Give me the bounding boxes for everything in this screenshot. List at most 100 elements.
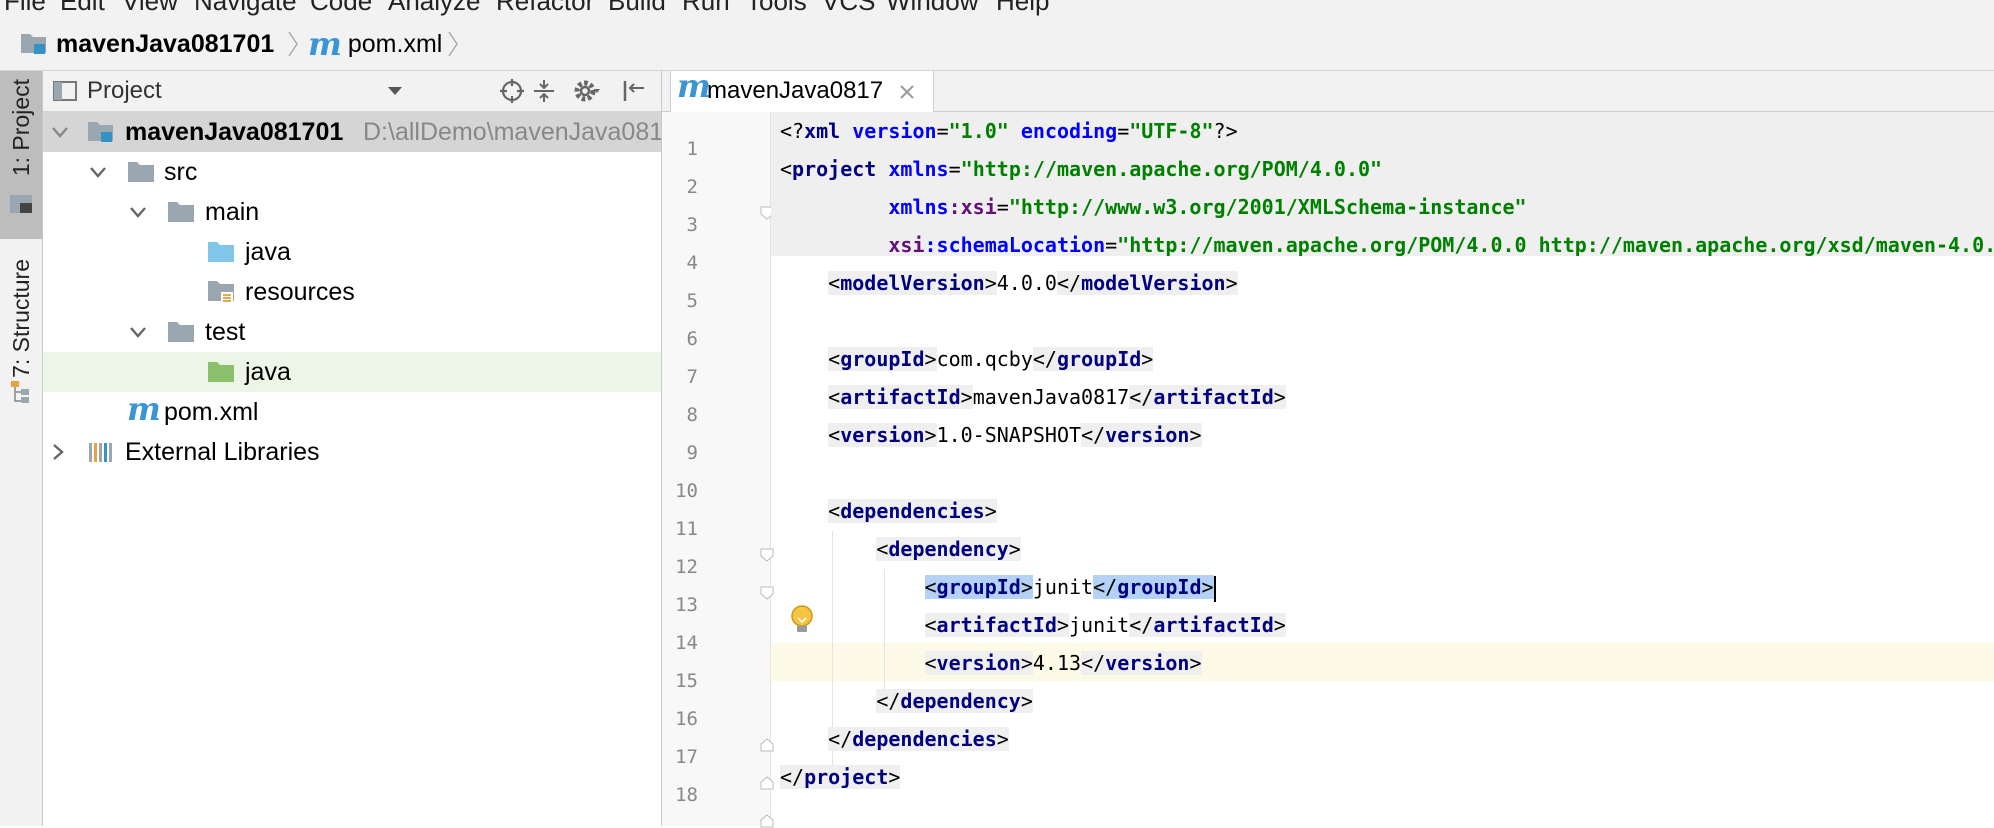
menu-view[interactable]: View [122, 0, 178, 17]
tree-node-test[interactable]: test [43, 312, 661, 352]
menu-window[interactable]: Window [886, 0, 978, 17]
line-number: 6 [686, 328, 698, 350]
menu-help[interactable]: Help [996, 0, 1049, 17]
chevron-right-icon[interactable] [47, 441, 69, 463]
editor-gutter: 1 2 3 4 5 6 7 8 9 10 11 12 13 14 15 16 1… [662, 112, 813, 828]
menu-vcs[interactable]: VCS [822, 0, 875, 17]
line-number: 18 [675, 784, 698, 806]
code-line-7[interactable]: <groupId>com.qcby</groupId> [780, 340, 1154, 378]
module-folder-icon [21, 34, 46, 54]
fold-marker-icon[interactable] [760, 776, 774, 790]
folder-icon [168, 202, 194, 222]
editor-tab-bar: m mavenJava0817 [662, 67, 1994, 112]
module-folder-icon [88, 122, 113, 142]
line-number: 16 [675, 708, 698, 730]
code-line-12[interactable]: <dependency> [780, 530, 1021, 568]
gear-icon[interactable] [573, 77, 601, 105]
collapse-all-icon[interactable] [531, 78, 557, 104]
fold-marker-icon[interactable] [760, 548, 774, 562]
tree-node-pom[interactable]: m pom.xml [43, 390, 661, 432]
code-line-15[interactable]: <version>4.13</version> [780, 644, 1202, 682]
line-number: 3 [686, 214, 698, 236]
project-view-icon [53, 81, 77, 101]
maven-m-icon: m [308, 25, 342, 63]
chevron-down-icon[interactable] [387, 85, 403, 97]
tree-node-test-java[interactable]: java [43, 352, 661, 392]
code-line-13[interactable]: <groupId>junit</groupId> [780, 568, 1216, 606]
line-number: 8 [686, 404, 698, 426]
tool-window-strip: 1: Project 7: Structure [0, 71, 43, 826]
line-number: 4 [686, 252, 698, 274]
chevron-down-icon[interactable] [49, 121, 71, 143]
editor-tab[interactable]: m mavenJava0817 [670, 67, 934, 112]
hide-panel-icon[interactable] [621, 78, 647, 104]
code-line-17[interactable]: </dependencies> [780, 720, 1009, 758]
menu-refactor[interactable]: Refactor [496, 0, 594, 17]
code-line-11[interactable]: <dependencies> [780, 492, 997, 530]
menu-tools[interactable]: Tools [746, 0, 807, 17]
tree-node-resources[interactable]: resources [43, 272, 661, 312]
text-caret [1213, 575, 1216, 602]
line-number: 17 [675, 746, 698, 768]
line-number: 7 [686, 366, 698, 388]
library-icon [89, 443, 112, 462]
menu-navigate[interactable]: Navigate [194, 0, 297, 17]
maven-m-icon: m [127, 390, 161, 428]
code-line-18[interactable]: </project> [780, 758, 901, 796]
breadcrumb-separator-icon [288, 31, 298, 57]
code-line-4[interactable]: xsi:schemaLocation="http://maven.apache.… [780, 226, 1994, 264]
code-line-5[interactable]: <modelVersion>4.0.0</modelVersion> [780, 264, 1238, 302]
folder-icon [168, 322, 194, 342]
code-line-2[interactable]: <project xmlns="http://maven.apache.org/… [780, 150, 1382, 188]
menu-analyze[interactable]: Analyze [388, 0, 481, 17]
line-number: 15 [675, 670, 698, 692]
maven-m-icon: m [677, 67, 711, 105]
breadcrumb-separator-icon [448, 31, 458, 57]
tree-node-main-java[interactable]: java [43, 232, 661, 272]
project-window-icon [10, 195, 32, 213]
code-line-3[interactable]: xmlns:xsi="http://www.w3.org/2001/XMLSch… [780, 188, 1526, 226]
tool-window-project-button[interactable]: 1: Project [0, 71, 42, 239]
menu-edit[interactable]: Edit [60, 0, 105, 17]
project-view-selector[interactable]: Project [87, 71, 162, 111]
test-folder-icon [208, 362, 234, 382]
locate-icon[interactable] [499, 78, 525, 104]
line-number: 9 [686, 442, 698, 464]
navigation-bar: mavenJava081701 m pom.xml [0, 18, 1994, 71]
tree-node-src[interactable]: src [43, 152, 661, 192]
breadcrumb-file[interactable]: m pom.xml [308, 18, 442, 70]
line-number: 14 [675, 632, 698, 654]
line-number: 11 [675, 518, 698, 540]
line-number: 10 [675, 480, 698, 502]
menu-build[interactable]: Build [608, 0, 666, 17]
line-number: 13 [675, 594, 698, 616]
menu-file[interactable]: File [4, 0, 46, 17]
breadcrumb-project[interactable]: mavenJava081701 [20, 18, 274, 70]
tool-window-structure-button[interactable]: 7: Structure [0, 253, 42, 453]
menu-bar: File Edit View Navigate Code Analyze Ref… [0, 0, 1994, 18]
line-number: 5 [686, 290, 698, 312]
code-line-9[interactable]: <version>1.0-SNAPSHOT</version> [780, 416, 1202, 454]
line-number: 2 [686, 176, 698, 198]
source-folder-icon [208, 242, 234, 262]
menu-run[interactable]: Run [682, 0, 730, 17]
tree-node-external-libraries[interactable]: External Libraries [43, 432, 661, 472]
code-line-16[interactable]: </dependency> [780, 682, 1033, 720]
folder-icon [128, 162, 154, 182]
menu-code[interactable]: Code [310, 0, 372, 17]
chevron-down-icon[interactable] [127, 321, 149, 343]
code-line-14[interactable]: <artifactId>junit</artifactId> [780, 606, 1286, 644]
chevron-down-icon[interactable] [127, 201, 149, 223]
close-icon[interactable] [899, 84, 915, 100]
code-line-8[interactable]: <artifactId>mavenJava0817</artifactId> [780, 378, 1286, 416]
tree-node-main[interactable]: main [43, 192, 661, 232]
tree-node-root[interactable]: mavenJava081701 D:\allDemo\mavenJava0817… [43, 112, 661, 152]
project-tool-window: Project mavenJava081701 D:\allDemo\maven… [43, 71, 662, 826]
fold-marker-icon[interactable] [760, 738, 774, 752]
code-line-1[interactable]: <?xml version="1.0" encoding="UTF-8"?> [780, 112, 1238, 150]
project-panel-header: Project [43, 71, 661, 112]
structure-icon [11, 381, 29, 403]
line-number: 12 [675, 556, 698, 578]
chevron-down-icon[interactable] [87, 161, 109, 183]
fold-marker-icon[interactable] [760, 586, 774, 600]
